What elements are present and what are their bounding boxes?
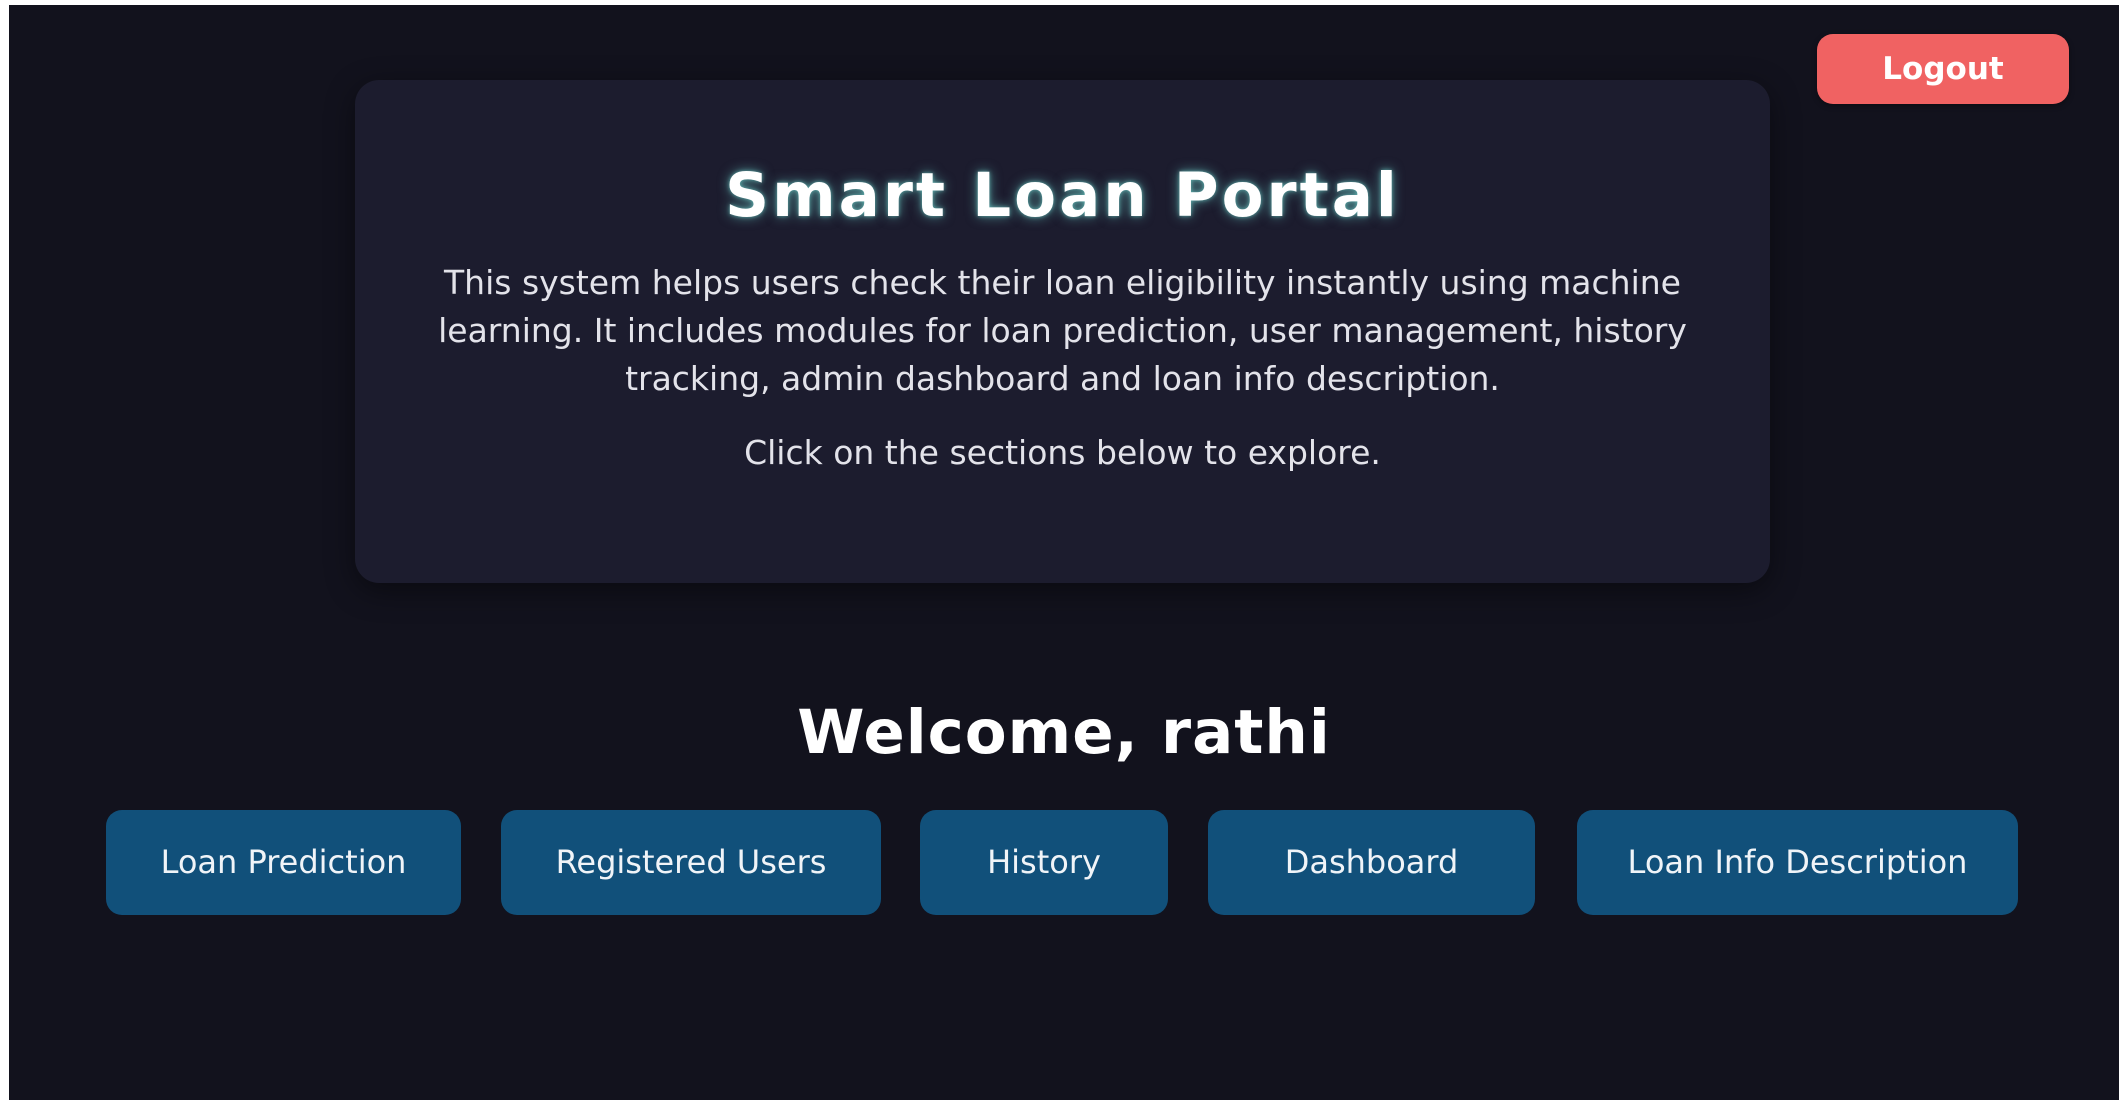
logout-button[interactable]: Logout [1817, 34, 2069, 104]
history-label: History [987, 843, 1101, 881]
registered-users-label: Registered Users [555, 843, 827, 881]
dashboard-button[interactable]: Dashboard [1208, 810, 1535, 915]
loan-prediction-label: Loan Prediction [160, 843, 407, 881]
portal-title: Smart Loan Portal [725, 160, 1400, 231]
registered-users-button[interactable]: Registered Users [501, 810, 881, 915]
loan-info-description-button[interactable]: Loan Info Description [1577, 810, 2018, 915]
welcome-heading: Welcome, rathi [797, 697, 1331, 768]
history-button[interactable]: History [920, 810, 1168, 915]
loan-info-description-label: Loan Info Description [1627, 843, 1968, 881]
explore-hint: Click on the sections below to explore. [744, 433, 1381, 473]
portal-description: This system helps users check their loan… [438, 263, 1687, 399]
dashboard-label: Dashboard [1284, 843, 1459, 881]
app-root: Logout Smart Loan Portal This system hel… [9, 5, 2119, 1100]
loan-prediction-button[interactable]: Loan Prediction [106, 810, 461, 915]
info-card: Smart Loan Portal This system helps user… [355, 80, 1770, 583]
